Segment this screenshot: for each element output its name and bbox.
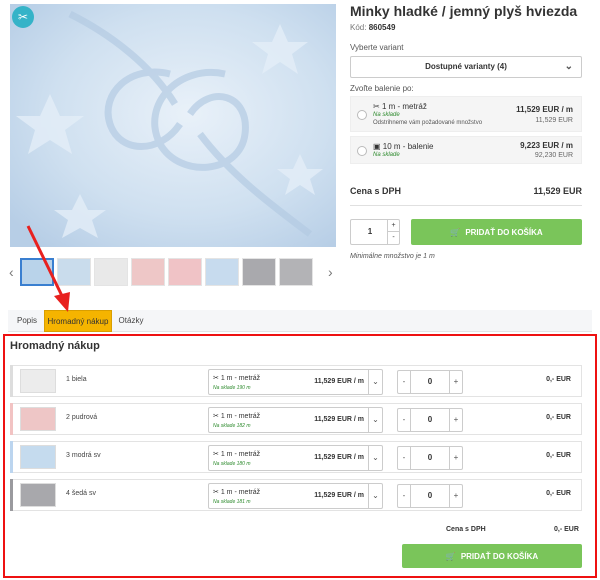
row-total: 0,- EUR: [546, 452, 571, 459]
scissors-icon: ✂: [213, 489, 219, 496]
scissors-icon: ✂: [12, 6, 34, 28]
chevron-down-icon[interactable]: ⌄: [368, 484, 382, 508]
increment-button[interactable]: +: [387, 220, 399, 232]
tabs-bar: Popis Hromadný nákup Otázky: [8, 310, 592, 332]
quantity-input[interactable]: 0: [411, 371, 449, 393]
quantity-stepper[interactable]: - 0 +: [397, 484, 463, 508]
decrement-button[interactable]: -: [398, 447, 411, 469]
box-icon: ▣: [373, 142, 381, 151]
fabric-photo: [10, 4, 336, 247]
add-to-cart-button[interactable]: 🛒 PRIDAŤ DO KOŠÍKA: [411, 219, 582, 245]
quantity-stepper[interactable]: - 0 +: [397, 408, 463, 432]
chevron-down-icon[interactable]: ⌄: [368, 446, 382, 470]
annotation-arrow-icon: [26, 225, 70, 312]
minimum-quantity-note: Minimálne množstvo je 1 m: [350, 253, 435, 260]
pack-radio[interactable]: [357, 110, 367, 120]
chevron-down-icon[interactable]: ⌄: [368, 408, 382, 432]
thumbnail[interactable]: [94, 258, 128, 286]
decrement-button[interactable]: -: [387, 232, 399, 244]
increment-button[interactable]: +: [449, 409, 462, 431]
thumbnail-next-icon[interactable]: ›: [328, 264, 333, 280]
thumbnail-prev-icon[interactable]: ‹: [9, 264, 14, 280]
product-code: Kód: 860549: [350, 23, 396, 32]
color-swatch: [20, 407, 56, 431]
page-title: Minky hladké / jemný plyš hviezda: [350, 3, 578, 19]
cart-icon: 🛒: [450, 227, 461, 237]
increment-button[interactable]: +: [449, 371, 462, 393]
bulk-row: 1 biela ✂ 1 m - metráž Na sklade 190 m 1…: [10, 365, 582, 397]
bulk-price-value: 0,- EUR: [554, 526, 579, 533]
decrement-button[interactable]: -: [398, 409, 411, 431]
divider: [350, 205, 582, 206]
bulk-row: 2 pudrová ✂ 1 m - metráž Na sklade 182 m…: [10, 403, 582, 435]
pack-label: Zvoľte balenie po:: [350, 84, 414, 93]
increment-button[interactable]: +: [449, 447, 462, 469]
quantity-input[interactable]: 0: [411, 447, 449, 469]
bulk-price-label: Cena s DPH: [446, 526, 486, 533]
thumbnail[interactable]: [168, 258, 202, 286]
row-total: 0,- EUR: [546, 490, 571, 497]
pack-radio[interactable]: [357, 146, 367, 156]
thumbnail[interactable]: [242, 258, 276, 286]
scissors-icon: ✂: [213, 451, 219, 458]
decrement-button[interactable]: -: [398, 485, 411, 507]
pack-select[interactable]: ✂ 1 m - metráž Na sklade 181 m 11,529 EU…: [208, 483, 383, 509]
bulk-row: 4 šedá sv ✂ 1 m - metráž Na sklade 181 m…: [10, 479, 582, 511]
quantity-stepper[interactable]: - 0 +: [397, 370, 463, 394]
pack-select[interactable]: ✂ 1 m - metráž Na sklade 182 m 11,529 EU…: [208, 407, 383, 433]
tab-otazky[interactable]: Otázky: [114, 310, 148, 332]
quantity-input[interactable]: 0: [411, 409, 449, 431]
pack-option-1m[interactable]: ✂ 1 m - metráž Na sklade Odstrihneme vám…: [350, 96, 582, 132]
variant-label: Vyberte variant: [350, 43, 404, 52]
bulk-add-to-cart-button[interactable]: 🛒 PRIDAŤ DO KOŠÍKA: [402, 544, 582, 568]
color-swatch: [20, 369, 56, 393]
chevron-down-icon: ⌄: [564, 61, 573, 72]
scissors-icon: ✂: [213, 375, 219, 382]
pack-select[interactable]: ✂ 1 m - metráž Na sklade 190 m 11,529 EU…: [208, 369, 383, 395]
quantity-stepper[interactable]: 1 + -: [350, 219, 400, 245]
cart-icon: 🛒: [445, 551, 456, 561]
increment-button[interactable]: +: [449, 485, 462, 507]
quantity-input[interactable]: 1: [351, 220, 389, 244]
thumbnail[interactable]: [279, 258, 313, 286]
bulk-row: 3 modrá sv ✂ 1 m - metráž Na sklade 180 …: [10, 441, 582, 473]
quantity-input[interactable]: 0: [411, 485, 449, 507]
thumbnail[interactable]: [131, 258, 165, 286]
bulk-title: Hromadný nákup: [10, 340, 100, 352]
chevron-down-icon[interactable]: ⌄: [368, 370, 382, 394]
row-total: 0,- EUR: [546, 376, 571, 383]
scissors-icon: ✂: [213, 413, 219, 420]
thumbnail[interactable]: [205, 258, 239, 286]
decrement-button[interactable]: -: [398, 371, 411, 393]
price-value: 11,529 EUR: [533, 186, 582, 196]
pack-option-10m[interactable]: ▣ 10 m - balenie Na sklade 9,223 EUR / m…: [350, 136, 582, 164]
pack-select[interactable]: ✂ 1 m - metráž Na sklade 180 m 11,529 EU…: [208, 445, 383, 471]
product-image[interactable]: [10, 4, 336, 247]
variant-select[interactable]: Dostupné varianty (4) ⌄: [350, 56, 582, 78]
scissors-icon: ✂: [373, 102, 380, 111]
color-swatch: [20, 483, 56, 507]
row-total: 0,- EUR: [546, 414, 571, 421]
color-swatch: [20, 445, 56, 469]
quantity-stepper[interactable]: - 0 +: [397, 446, 463, 470]
